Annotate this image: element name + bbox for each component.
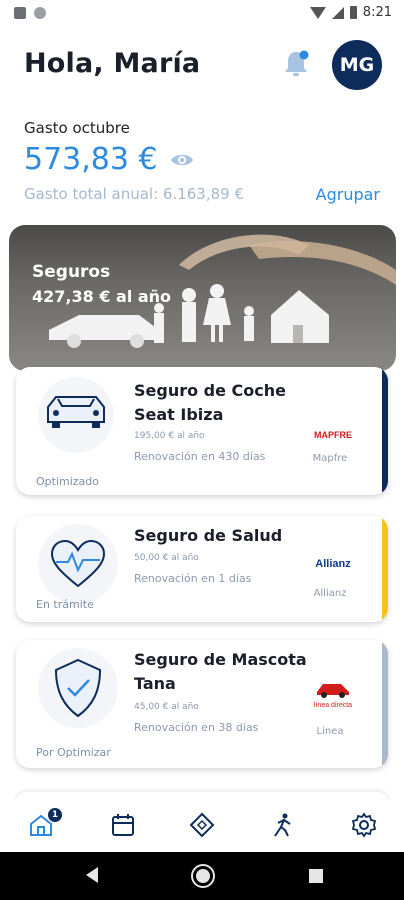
wifi-icon [309,6,326,19]
calendar-icon[interactable] [110,812,136,838]
card-title: Seguro de Coche Seat Ibiza [134,381,287,424]
card-renewal: Renovación en 1 días [134,572,252,585]
bottom-tab-bar [0,800,404,852]
recent-apps-icon[interactable] [309,869,323,883]
insurer-name: Linea [316,726,344,737]
insurance-card-car[interactable]: Optimizado Seguro de Coche Seat Ibiza 19… [16,367,388,495]
insurer-logo: MAPFRE [300,423,366,442]
person-running-icon[interactable] [270,812,296,838]
signal-icon [331,6,344,19]
sim-icon [14,7,26,19]
annual-spending: Gasto total anual: 6.163,89 € [24,185,245,203]
clock: 8:21 [362,5,392,20]
phone-car-logo-icon [317,684,349,698]
card-status: En trámite [36,598,94,611]
insurer-logo-text: MAPFRE [314,430,352,440]
heart-icon [50,539,106,588]
shield-icon [54,658,102,718]
card-renewal: Renovación en 38 días [134,721,259,734]
insurance-card-health[interactable]: En trámite Seguro de Salud 50,00 € al añ… [16,516,388,622]
back-icon[interactable] [86,867,98,883]
notification-icons [14,7,46,19]
insurer-logo-text: Allianz [315,558,351,570]
eye-icon[interactable] [170,151,194,169]
spending-amount: 573,83 € [24,142,158,177]
card-status: Optimizado [36,475,100,488]
banner-title: Seguros [32,262,111,282]
bell-icon[interactable] [282,49,310,79]
card-renewal: Renovación en 430 días [134,450,266,463]
card-stripe [382,640,388,768]
notification-badge: 1 [48,808,62,822]
avatar[interactable]: MG [332,40,382,90]
card-icon-bg [38,648,118,728]
diamond-icon[interactable] [189,812,215,838]
home-button-icon[interactable] [193,866,213,886]
card-stripe [382,516,388,622]
insurer-logo: línea directa [300,680,366,709]
battery-icon [349,6,357,19]
card-price: 50,00 € al año [134,553,199,563]
insurer-logo: Allianz [300,552,366,571]
spending-label: Gasto octubre [24,119,130,137]
group-link[interactable]: Agrupar [316,185,380,204]
insurer-name: Mapfre [312,453,348,464]
insurance-card-pet[interactable]: Por Optimizar Seguro de Mascota Tana 45,… [16,640,388,768]
card-icon-bg [38,377,114,453]
card-title: Seguro de Salud [134,526,283,545]
gear-icon[interactable] [351,812,377,838]
card-icon-bg [38,524,118,604]
system-icons: 8:21 [309,5,392,20]
card-title: Seguro de Mascota Tana [134,650,307,693]
card-price: 195,00 € al año [134,431,205,441]
insurer-logo-text: línea directa [313,702,353,709]
status-bar: 8:21 [0,0,404,26]
card-stripe [382,367,388,495]
insurance-banner[interactable]: Seguros 427,38 € al año [9,225,396,371]
sync-icon [34,7,46,19]
insurer-name: Allianz [313,588,347,599]
greeting-title: Hola, María [24,48,201,79]
card-price: 45,00 € al año [134,702,199,712]
car-icon [47,396,105,428]
system-nav-bar [0,852,404,900]
banner-subtitle: 427,38 € al año [32,287,172,306]
card-status: Por Optimizar [36,746,111,759]
